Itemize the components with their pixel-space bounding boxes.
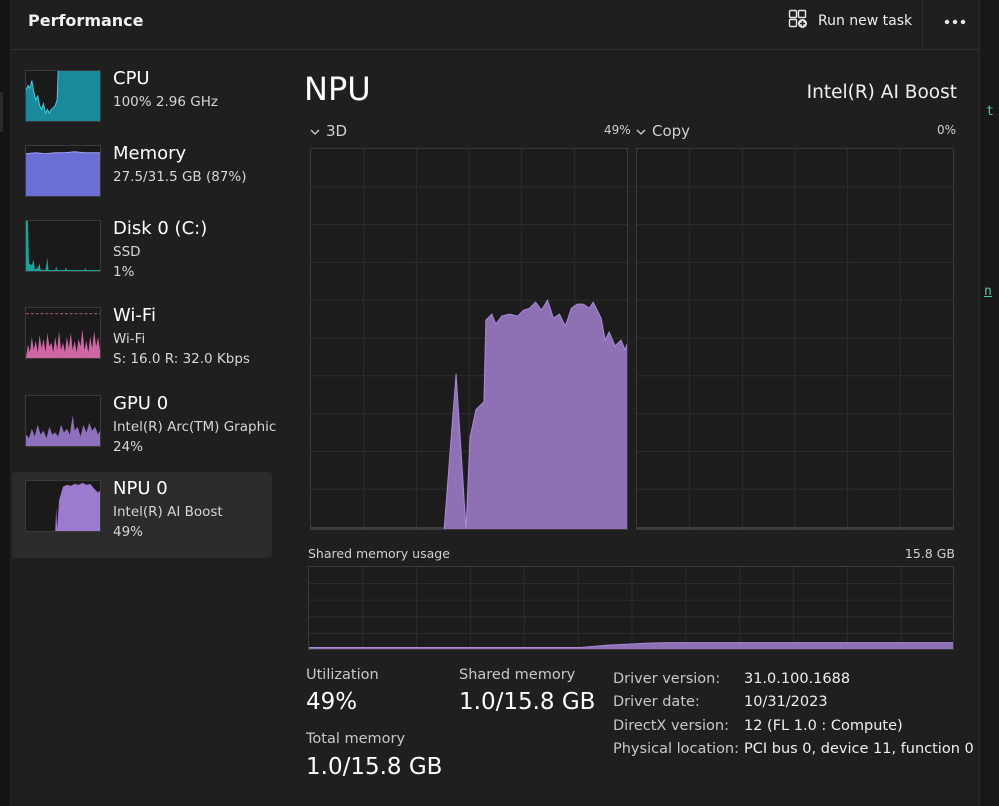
info-row-physical-location: Physical location: PCI bus 0, device 11,… <box>613 738 974 762</box>
sidebar-item-detail: Intel(R) AI Boost <box>113 504 223 520</box>
info-value: PCI bus 0, device 11, function 0 <box>744 741 974 758</box>
sidebar-item-gpu[interactable]: GPU 0 Intel(R) Arc(TM) Graphic 24% <box>12 387 276 473</box>
sidebar-item-name: GPU 0 <box>113 393 169 414</box>
editor-code-fragment: n <box>984 284 992 299</box>
total-memory-label: Total memory <box>306 731 406 747</box>
run-new-task-button[interactable]: Run new task <box>782 6 918 36</box>
run-new-task-label: Run new task <box>818 13 913 29</box>
editor-code-fragment: t <box>986 104 994 119</box>
shared-memory-label: Shared memory <box>459 667 576 683</box>
info-row-driver-date: Driver date: 10/31/2023 <box>613 691 974 715</box>
info-key: Physical location: <box>613 741 740 758</box>
engine-name-copy: Copy <box>652 122 691 140</box>
sidebar-item-name: Wi-Fi <box>113 305 156 326</box>
graph-copy <box>636 148 954 530</box>
total-memory-value: 1.0/15.8 GB <box>306 754 443 780</box>
add-task-icon <box>788 9 808 33</box>
sidebar-item-detail: SSD <box>113 244 141 260</box>
shared-memory-usage-max: 15.8 GB <box>904 546 955 561</box>
sidebar-item-detail: 100% 2.96 GHz <box>113 94 218 110</box>
sidebar-item-disk[interactable]: Disk 0 (C:) SSD 1% <box>12 212 272 298</box>
engine-selector-copy[interactable]: Copy <box>636 121 690 141</box>
chevron-down-icon <box>310 122 320 140</box>
info-row-driver-version: Driver version: 31.0.100.1688 <box>613 667 974 691</box>
engine-percent-3d: 49% <box>604 123 631 137</box>
info-value: 31.0.100.1688 <box>744 670 851 687</box>
sidebar-item-detail: Intel(R) Arc(TM) Graphic <box>113 419 277 435</box>
sidebar-item-detail-secondary: 49% <box>113 524 144 540</box>
sidebar-item-name: NPU 0 <box>113 478 168 499</box>
info-row-directx-version: DirectX version: 12 (FL 1.0 : Compute) <box>613 714 974 738</box>
sidebar-item-detail-secondary: 1% <box>113 264 135 280</box>
sidebar-item-cpu[interactable]: CPU 100% 2.96 GHz <box>12 62 272 148</box>
task-manager-window: Performance Run new task CPU 100% 2.96 G… <box>10 0 980 806</box>
sidebar-item-wifi[interactable]: Wi-Fi Wi-Fi S: 16.0 R: 32.0 Kbps <box>12 299 272 385</box>
editor-gutter-marker <box>0 92 3 132</box>
memory-thumbnail-graph <box>25 145 101 197</box>
sidebar-item-npu[interactable]: NPU 0 Intel(R) AI Boost 49% <box>12 472 272 558</box>
graph-3d <box>310 148 628 530</box>
shared-memory-graph <box>308 566 954 650</box>
sidebar-item-detail-secondary: 24% <box>113 439 144 455</box>
utilization-label: Utilization <box>306 667 379 683</box>
header-bar: Performance Run new task <box>10 0 980 50</box>
device-info-table: Driver version: 31.0.100.1688 Driver dat… <box>613 667 974 761</box>
background-editor-strip: t n <box>980 0 999 806</box>
info-key: Driver date: <box>613 694 700 711</box>
sidebar-item-detail: 27.5/31.5 GB (87%) <box>113 169 247 185</box>
sidebar-item-name: CPU <box>113 68 150 89</box>
utilization-value: 49% <box>306 689 358 715</box>
engine-name-3d: 3D <box>326 122 348 140</box>
wifi-thumbnail-graph <box>25 307 101 359</box>
sidebar-item-detail: Wi-Fi <box>113 331 146 347</box>
shared-memory-value: 1.0/15.8 GB <box>459 689 596 715</box>
cpu-thumbnail-graph <box>25 70 101 122</box>
engine-percent-copy: 0% <box>937 123 957 137</box>
sidebar-item-detail-secondary: S: 16.0 R: 32.0 Kbps <box>113 351 250 367</box>
header-divider <box>922 0 923 50</box>
disk-thumbnail-graph <box>25 220 101 272</box>
gpu-thumbnail-graph <box>25 395 101 447</box>
panel-title: NPU <box>304 70 371 108</box>
sidebar-item-memory[interactable]: Memory 27.5/31.5 GB (87%) <box>12 137 272 223</box>
shared-memory-usage-label: Shared memory usage <box>308 546 450 561</box>
left-editor-strip <box>0 0 10 806</box>
page-title: Performance <box>28 11 144 30</box>
chevron-down-icon <box>636 122 646 140</box>
sidebar-item-name: Memory <box>113 143 187 164</box>
info-value: 12 (FL 1.0 : Compute) <box>744 717 903 734</box>
info-key: Driver version: <box>613 670 721 687</box>
info-key: DirectX version: <box>613 717 729 734</box>
engine-selector-3d[interactable]: 3D <box>310 121 347 141</box>
npu-thumbnail-graph <box>25 480 101 532</box>
device-name: Intel(R) AI Boost <box>806 82 957 103</box>
info-value: 10/31/2023 <box>744 694 828 711</box>
more-options-icon <box>944 19 966 25</box>
more-options-button[interactable] <box>938 8 972 36</box>
sidebar-item-name: Disk 0 (C:) <box>113 218 208 239</box>
